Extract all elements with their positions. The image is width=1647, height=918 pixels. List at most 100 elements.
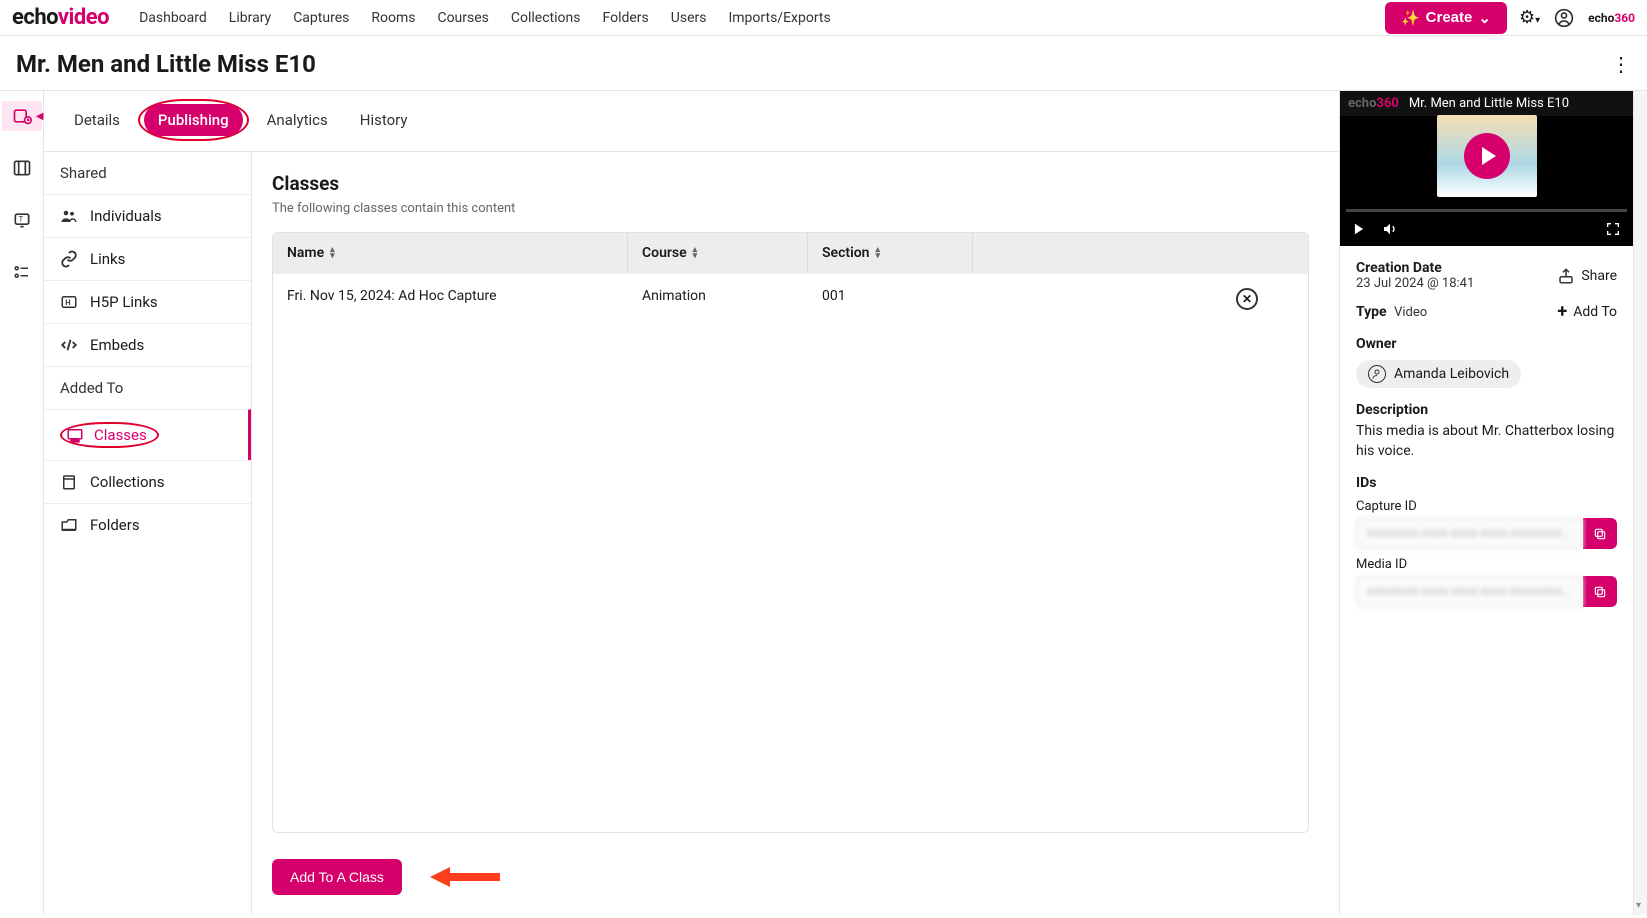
scrollbar[interactable]: [1633, 91, 1647, 915]
col-label: Section: [822, 245, 869, 261]
gear-icon[interactable]: ⚙▾: [1519, 7, 1540, 28]
description-label: Description: [1356, 402, 1617, 418]
classes-sub: The following classes contain this conte…: [272, 201, 1309, 216]
icon-rail: ◀ T: [0, 91, 44, 915]
sidemenu-classes[interactable]: Classes: [44, 409, 251, 460]
svg-text:T: T: [18, 215, 23, 224]
nav-rooms[interactable]: Rooms: [371, 10, 415, 26]
add-to-button[interactable]: + Add To: [1557, 301, 1617, 322]
rail-film-icon[interactable]: [2, 153, 42, 183]
nav-captures[interactable]: Captures: [293, 10, 349, 26]
nav-folders[interactable]: Folders: [602, 10, 648, 26]
col-name[interactable]: Name▴▾: [273, 233, 628, 273]
classes-table: Name▴▾ Course▴▾ Section▴▾ Fri. Nov 15, 2…: [272, 232, 1309, 833]
tab-analytics[interactable]: Analytics: [253, 104, 342, 136]
rail-transcript-icon[interactable]: T: [2, 205, 42, 235]
media-id-label: Media ID: [1356, 557, 1617, 572]
sidemenu-links[interactable]: Links: [44, 237, 251, 280]
sidemenu-label: Links: [90, 250, 125, 268]
logo-video: video: [58, 5, 109, 30]
video-player[interactable]: echo360 Mr. Men and Little Miss E10: [1340, 91, 1633, 246]
brand-mini: echo360: [1588, 11, 1635, 25]
create-label: Create: [1426, 9, 1473, 26]
nav-collections[interactable]: Collections: [511, 10, 581, 26]
owner-chip[interactable]: Amanda Leibovich: [1356, 360, 1521, 388]
main-column: Details Publishing Analytics History Sha…: [44, 91, 1339, 915]
add-to-class-button[interactable]: Add To A Class: [272, 859, 402, 895]
copy-capture-id-button[interactable]: [1583, 518, 1617, 549]
right-panel: echo360 Mr. Men and Little Miss E10 Crea…: [1339, 91, 1633, 915]
col-section[interactable]: Section▴▾: [808, 233, 973, 273]
sidemenu-individuals[interactable]: Individuals: [44, 194, 251, 237]
content-row: ◀ T Details Publishing Analytics History…: [0, 91, 1647, 915]
sidemenu-collections[interactable]: Collections: [44, 460, 251, 503]
sidemenu-embeds[interactable]: Embeds: [44, 323, 251, 366]
remove-button[interactable]: ✕: [1236, 288, 1258, 310]
sort-icon: ▴▾: [693, 247, 698, 259]
plus-icon: +: [1557, 301, 1567, 322]
tab-history[interactable]: History: [346, 104, 422, 136]
code-icon: [60, 336, 78, 354]
topbar: echovideo Dashboard Library Captures Roo…: [0, 0, 1647, 36]
people-icon: [60, 207, 78, 225]
volume-icon[interactable]: [1382, 221, 1398, 237]
rail-details-icon[interactable]: [2, 257, 42, 287]
annotation-arrow: [430, 865, 500, 889]
table-head: Name▴▾ Course▴▾ Section▴▾: [273, 233, 1308, 273]
capture-id-value[interactable]: xxxxxxxx-xxxx-xxxx-xxxx-xxxxxxxx…: [1356, 518, 1583, 549]
cell-course: Animation: [628, 274, 808, 324]
collections-icon: [60, 473, 78, 491]
play-button-icon[interactable]: [1352, 222, 1366, 236]
tab-publishing[interactable]: Publishing: [144, 104, 243, 136]
more-icon[interactable]: ⋮: [1611, 52, 1631, 76]
video-logo-360: 360: [1376, 96, 1398, 111]
play-icon[interactable]: [1464, 133, 1510, 179]
video-thumbnail: [1437, 115, 1537, 197]
type-label: Type: [1356, 304, 1387, 320]
tab-details[interactable]: Details: [60, 104, 134, 136]
chevron-down-icon: ⌄: [1478, 9, 1491, 27]
share-label: Share: [1581, 268, 1617, 284]
video-logo-echo: echo: [1348, 96, 1376, 111]
capture-id-label: Capture ID: [1356, 499, 1617, 514]
rail-media-icon[interactable]: ◀: [2, 101, 42, 131]
nav-dashboard[interactable]: Dashboard: [139, 10, 207, 26]
video-header: echo360 Mr. Men and Little Miss E10: [1340, 91, 1633, 116]
cell-name: Fri. Nov 15, 2024: Ad Hoc Capture: [273, 274, 628, 324]
col-course[interactable]: Course▴▾: [628, 233, 808, 273]
nav-library[interactable]: Library: [229, 10, 271, 26]
copy-media-id-button[interactable]: [1583, 576, 1617, 607]
annotation-ellipse-classes: Classes: [60, 422, 159, 448]
nav-users[interactable]: Users: [671, 10, 707, 26]
add-to-label: Add To: [1573, 304, 1617, 320]
media-id-value[interactable]: xxxxxxxx-xxxx-xxxx-xxxx-xxxxxxxx…: [1356, 576, 1583, 607]
ids-label: IDs: [1356, 475, 1617, 491]
creation-date-label: Creation Date: [1356, 260, 1474, 276]
page-title: Mr. Men and Little Miss E10: [16, 50, 316, 78]
logo[interactable]: echovideo: [12, 5, 109, 30]
owner-name: Amanda Leibovich: [1394, 366, 1509, 382]
creation-date-value: 23 Jul 2024 @ 18:41: [1356, 276, 1474, 291]
shared-heading: Shared: [44, 152, 251, 194]
titlebar: Mr. Men and Little Miss E10 ⋮: [0, 36, 1647, 91]
top-nav: Dashboard Library Captures Rooms Courses…: [139, 10, 1385, 26]
account-icon[interactable]: [1554, 8, 1574, 28]
sidemenu-label: Embeds: [90, 336, 144, 354]
nav-courses[interactable]: Courses: [437, 10, 488, 26]
sidemenu-label: H5P Links: [90, 293, 158, 311]
sidemenu-label: Folders: [90, 516, 140, 534]
nav-imports[interactable]: Imports/Exports: [728, 10, 830, 26]
fullscreen-icon[interactable]: [1605, 221, 1621, 237]
share-button[interactable]: Share: [1557, 267, 1617, 285]
classes-heading: Classes: [272, 172, 1309, 195]
video-title: Mr. Men and Little Miss E10: [1409, 96, 1569, 111]
media-id-field: xxxxxxxx-xxxx-xxxx-xxxx-xxxxxxxx…: [1356, 576, 1617, 607]
publishing-row: Shared Individuals Links H H5P Links Emb…: [44, 152, 1339, 915]
create-button[interactable]: ✨ Create ⌄: [1385, 2, 1507, 34]
sidemenu-label: Individuals: [90, 207, 162, 225]
classes-pane: Classes The following classes contain th…: [252, 152, 1339, 915]
wand-icon: ✨: [1401, 9, 1420, 27]
sidemenu-h5p[interactable]: H H5P Links: [44, 280, 251, 323]
sidemenu-folders[interactable]: Folders: [44, 503, 251, 546]
tabs: Details Publishing Analytics History: [44, 91, 1339, 152]
